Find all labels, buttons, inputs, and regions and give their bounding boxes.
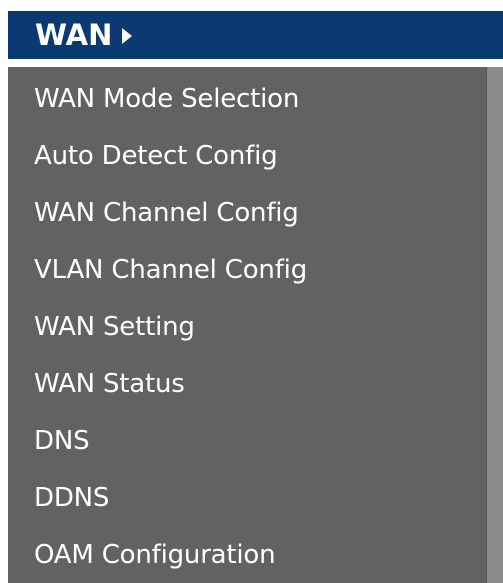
menu-item-ddns[interactable]: DDNS xyxy=(34,478,109,518)
menu-item-wan-status[interactable]: WAN Status xyxy=(34,364,185,404)
menu-item-auto-detect-config[interactable]: Auto Detect Config xyxy=(34,136,278,176)
menu-item-wan-mode-selection[interactable]: WAN Mode Selection xyxy=(34,79,299,119)
menu-item-dns[interactable]: DNS xyxy=(34,421,90,461)
header-divider xyxy=(8,59,503,67)
wan-section-header[interactable]: WAN xyxy=(8,11,503,59)
menu-item-wan-setting[interactable]: WAN Setting xyxy=(34,307,195,347)
menu-item-wan-channel-config[interactable]: WAN Channel Config xyxy=(34,193,299,233)
arrow-right-icon xyxy=(122,27,133,44)
menu-item-vlan-channel-config[interactable]: VLAN Channel Config xyxy=(34,250,307,290)
wan-section-title: WAN xyxy=(35,17,113,52)
menu-item-oam-configuration[interactable]: OAM Configuration xyxy=(34,535,276,575)
wan-submenu: WAN Mode Selection Auto Detect Config WA… xyxy=(8,67,486,583)
menu-scrollbar[interactable] xyxy=(486,67,503,583)
